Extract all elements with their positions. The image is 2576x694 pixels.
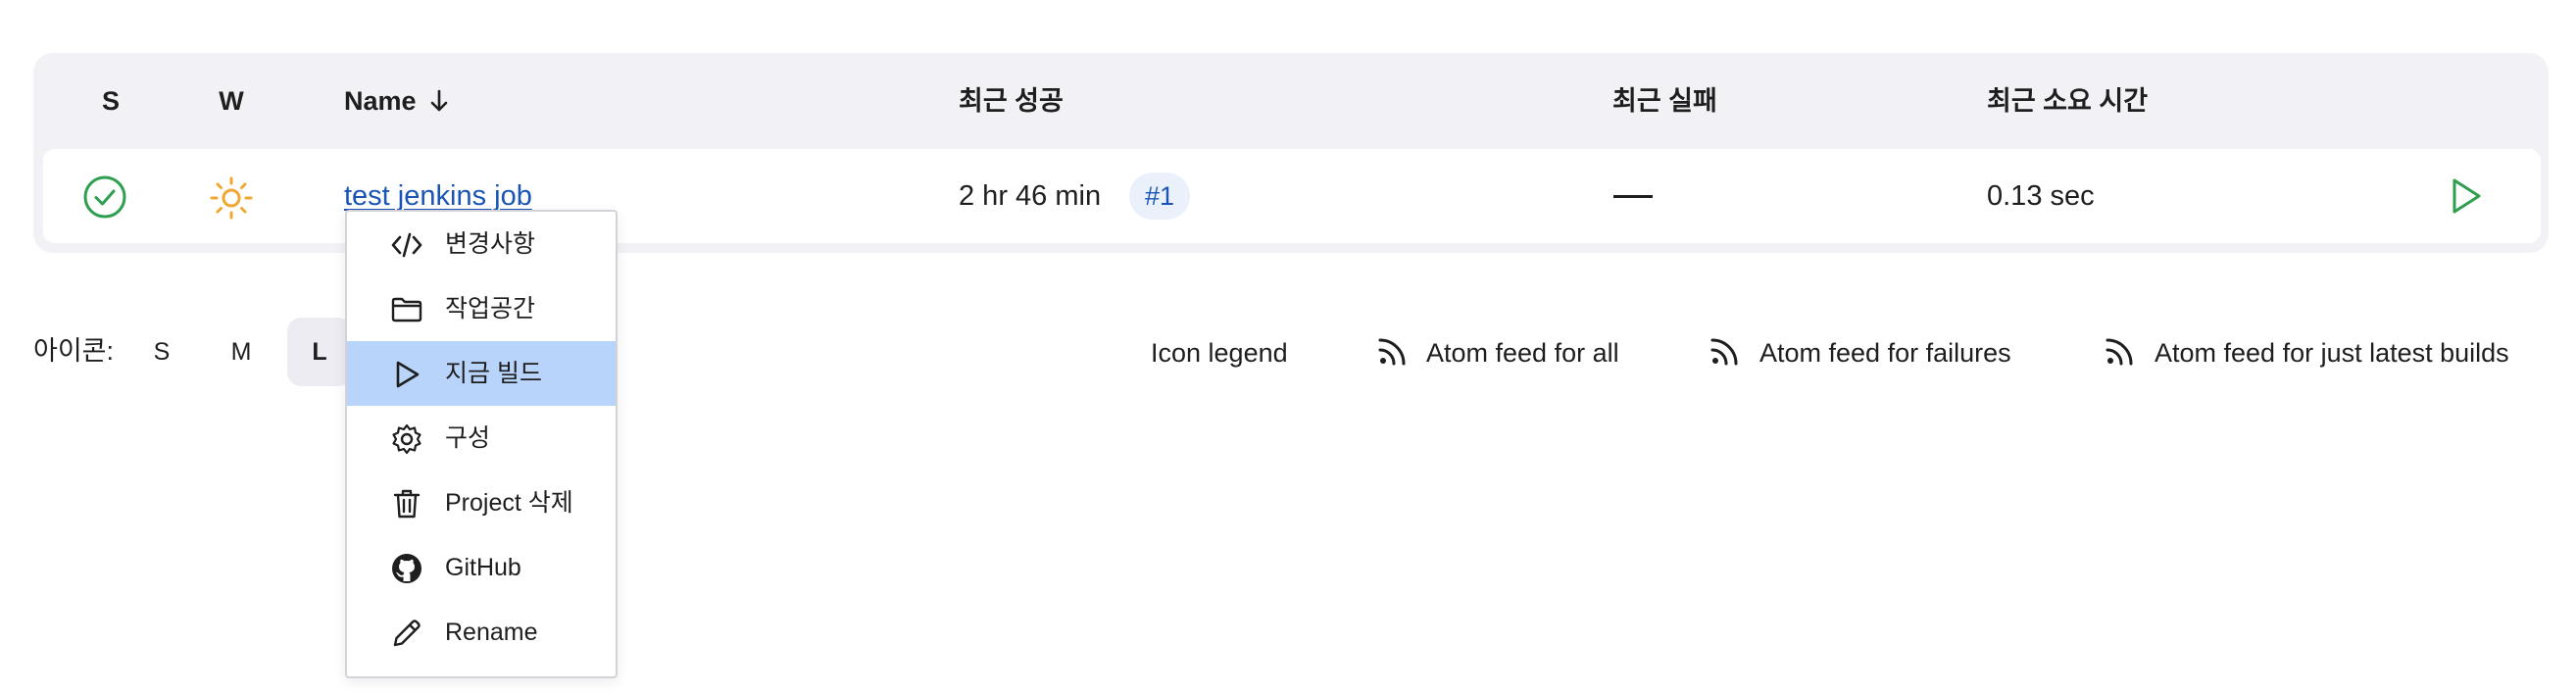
column-header-name[interactable]: Name [344,84,450,118]
menu-item-build-now[interactable]: 지금 빌드 [347,341,616,406]
atom-feed-all-link[interactable]: Atom feed for all [1426,335,1619,371]
menu-item-label: 작업공간 [445,295,536,322]
schedule-build-play-icon[interactable] [2449,176,2484,216]
atom-feed-failures-link[interactable]: Atom feed for failures [1759,335,2011,371]
success-status-icon [83,175,126,219]
trash-icon [393,489,421,519]
job-context-menu: 변경사항 작업공간 지금 빌드 구성 Project 삭제 GitHub Ren… [345,210,618,678]
column-header-last-success[interactable]: 최근 성공 [959,84,1064,118]
menu-item-delete-project[interactable]: Project 삭제 [347,471,616,535]
icon-size-m-button[interactable]: M [209,318,273,386]
column-header-status[interactable]: S [102,84,120,118]
menu-item-label: 지금 빌드 [445,360,542,387]
pencil-icon [393,620,421,647]
icon-size-s-button[interactable]: S [129,318,194,386]
menu-item-label: 구성 [445,424,491,452]
menu-item-changes[interactable]: 변경사항 [347,212,616,276]
job-name-link[interactable]: test jenkins job [344,178,532,214]
icon-legend-link[interactable]: Icon legend [1151,335,1288,371]
icon-size-label: 아이콘: [33,336,115,366]
column-header-last-duration[interactable]: 최근 소요 시간 [1987,84,2148,118]
menu-item-configure[interactable]: 구성 [347,406,616,471]
menu-item-label: 변경사항 [445,230,536,258]
last-success-time: 2 hr 46 min [959,180,1102,212]
atom-feed-latest-link[interactable]: Atom feed for just latest builds [2155,335,2509,371]
menu-item-label: GitHub [445,554,521,581]
github-icon [392,554,421,583]
menu-item-workspace[interactable]: 작업공간 [347,276,616,341]
last-failure-none [1613,195,1653,198]
column-header-name-label: Name [344,86,417,116]
menu-item-rename[interactable]: Rename [347,600,616,665]
folder-icon [391,297,422,322]
rss-feed-icon [1378,338,1406,366]
menu-item-label: Project 삭제 [445,489,573,517]
icon-size-l-button[interactable]: L [287,318,352,386]
rss-feed-icon [2105,338,2133,366]
play-icon [396,361,420,388]
rss-feed-icon [1710,338,1738,366]
last-success-build-link[interactable]: #1 [1129,173,1191,220]
last-duration-value: 0.13 sec [1987,180,2095,212]
menu-item-github[interactable]: GitHub [347,535,616,600]
column-header-weather[interactable]: W [219,84,243,118]
menu-item-label: Rename [445,619,538,646]
column-header-last-failure[interactable]: 최근 실패 [1612,84,1717,118]
gear-icon [392,423,421,455]
code-icon [391,232,422,258]
sort-down-icon [430,89,447,112]
sunny-weather-icon [210,176,253,220]
